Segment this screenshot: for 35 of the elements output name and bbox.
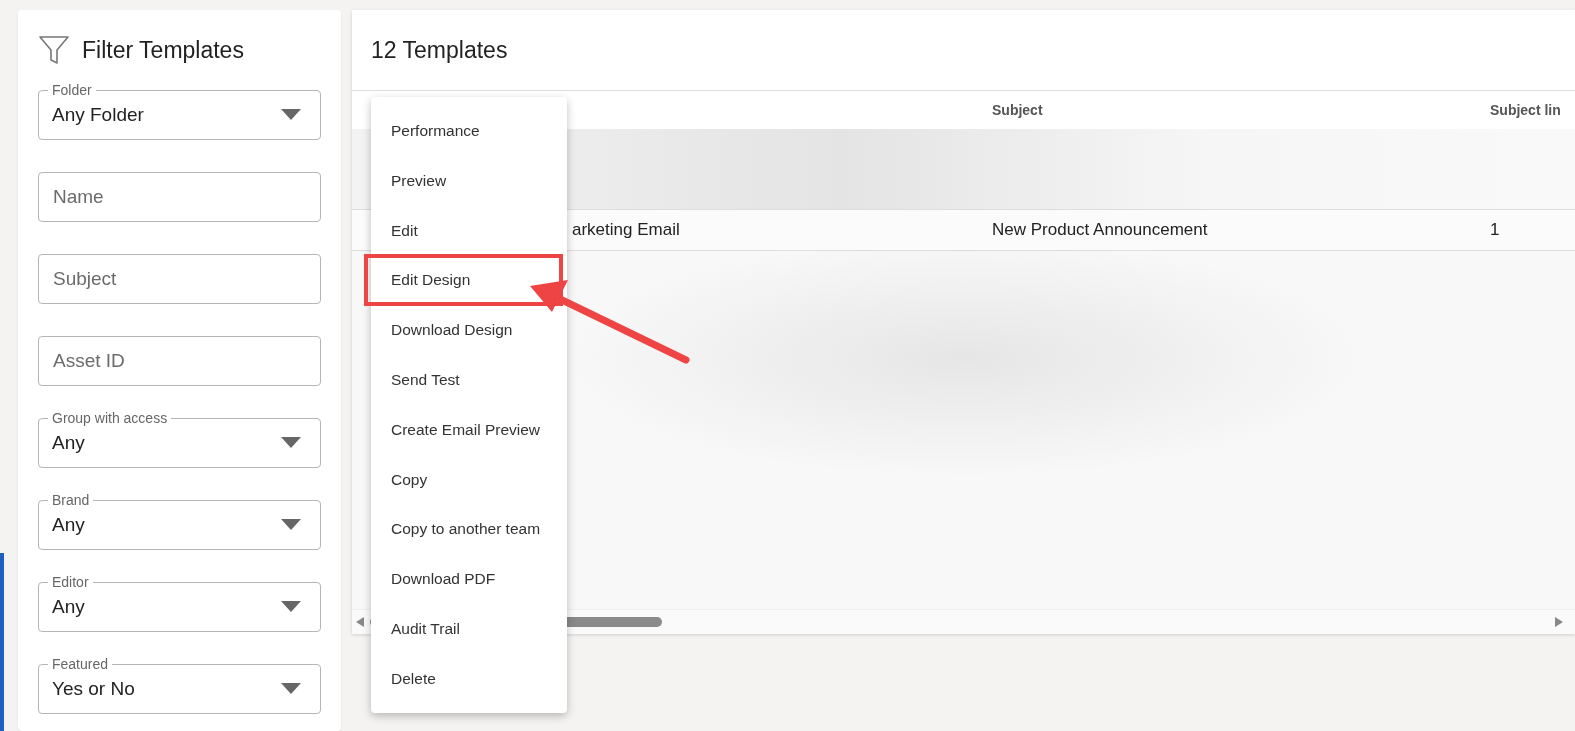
dropdown-field[interactable]: Brand Any [38, 492, 321, 550]
caret-icon [281, 519, 301, 530]
dropdown-field[interactable]: Group with access Any [38, 410, 321, 468]
menu-item[interactable]: Delete [371, 653, 567, 704]
input-field[interactable]: Subject [38, 254, 321, 304]
caret-icon [281, 109, 301, 120]
menu-item[interactable]: Edit Design [365, 255, 562, 306]
menu-item[interactable]: Preview [371, 155, 567, 206]
scroll-right-icon[interactable] [1555, 617, 1563, 627]
input-field[interactable]: Asset ID [38, 336, 321, 386]
scroll-left-icon[interactable] [356, 617, 364, 627]
dropdown-field[interactable]: Editor Any [38, 574, 321, 632]
table-cell: arketing Email [572, 220, 680, 239]
panel-title: Filter Templates [82, 36, 244, 64]
input-field[interactable]: Name [38, 172, 321, 222]
dropdown-field[interactable]: Folder Any Folder [38, 82, 321, 140]
menu-item[interactable]: Audit Trail [371, 603, 567, 654]
dropdown-field[interactable]: Featured Yes or No [38, 656, 321, 714]
menu-item[interactable]: Download PDF [371, 554, 567, 604]
templates-title: 12 Templates [352, 10, 1575, 91]
menu-item[interactable]: Copy [371, 454, 567, 505]
menu-item[interactable]: Copy to another team [371, 504, 567, 555]
menu-item[interactable]: Create Email Preview [371, 404, 567, 455]
caret-icon [281, 601, 301, 612]
menu-item[interactable]: Send Test [371, 355, 567, 405]
menu-item[interactable]: Edit [371, 205, 567, 256]
column-header: Subject lin [1490, 102, 1561, 118]
table-cell: 1 [1490, 220, 1500, 239]
filter-icon [38, 34, 70, 66]
table-cell: New Product Announcement [992, 220, 1208, 239]
menu-item[interactable]: Download Design [371, 305, 567, 355]
column-header: Subject [992, 102, 1043, 118]
menu-item[interactable]: Performance [371, 106, 567, 156]
caret-icon [281, 683, 301, 694]
caret-icon [281, 437, 301, 448]
